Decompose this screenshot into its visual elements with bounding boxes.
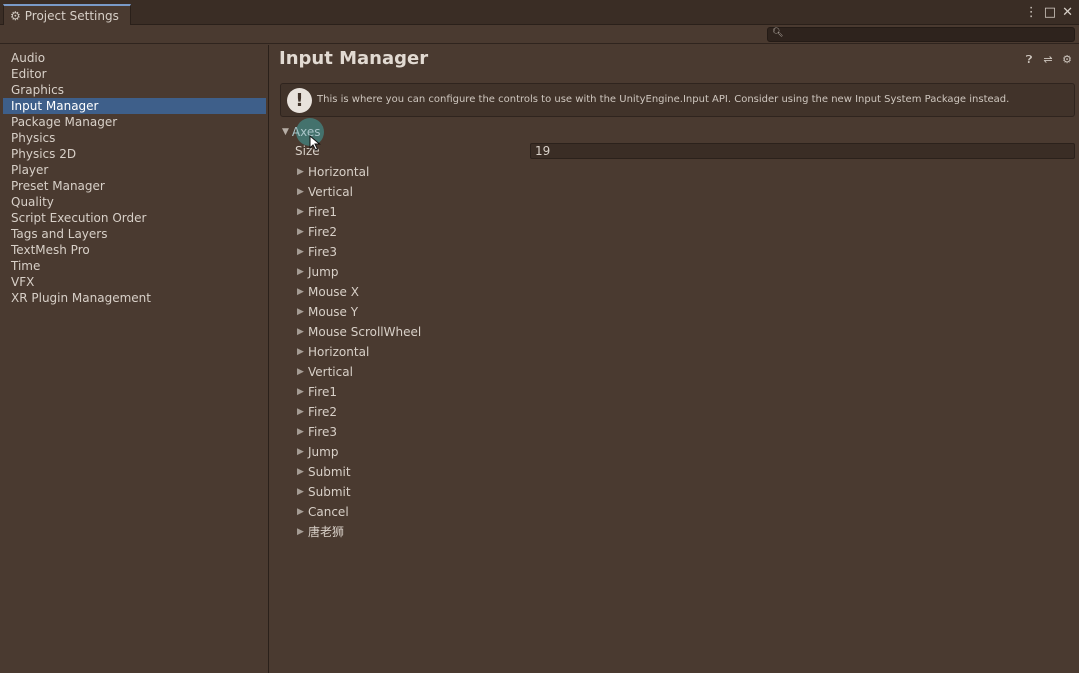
search-icon: 🔍︎ [772, 28, 784, 38]
foldout-collapsed-icon: ▶ [297, 247, 304, 257]
info-text: This is where you can configure the cont… [317, 94, 1010, 105]
foldout-expanded-icon: ▼ [282, 127, 289, 137]
sidebar-item-physics-2d[interactable]: Physics 2D [0, 146, 268, 162]
sidebar-item-xr-plugin-management[interactable]: XR Plugin Management [0, 290, 268, 306]
mouse-cursor-icon [309, 135, 321, 151]
axis-item[interactable]: ▶ Submit [297, 482, 421, 502]
foldout-collapsed-icon: ▶ [297, 407, 304, 417]
foldout-collapsed-icon: ▶ [297, 327, 304, 337]
axis-label: Submit [308, 485, 351, 499]
axis-item[interactable]: ▶ Mouse X [297, 282, 421, 302]
window-controls: ⋮ □ ✕ [1025, 4, 1073, 22]
axis-item[interactable]: ▶ 唐老狮 [297, 522, 421, 542]
size-field[interactable]: 19 [530, 143, 1075, 159]
axis-label: Fire1 [308, 385, 338, 399]
axis-label: Fire1 [308, 205, 338, 219]
foldout-collapsed-icon: ▶ [297, 467, 304, 477]
sidebar-item-audio[interactable]: Audio [0, 50, 268, 66]
axis-item[interactable]: ▶ Horizontal [297, 342, 421, 362]
settings-sidebar: Audio Editor Graphics Input Manager Package … [0, 45, 269, 673]
axis-label: Horizontal [308, 345, 370, 359]
title-bar: ⚙ Project Settings ⋮ □ ✕ [0, 0, 1079, 26]
sidebar-item-tags-and-layers[interactable]: Tags and Layers [0, 226, 268, 242]
axis-item[interactable]: ▶ Fire2 [297, 222, 421, 242]
foldout-collapsed-icon: ▶ [297, 507, 304, 517]
sidebar-item-player[interactable]: Player [0, 162, 268, 178]
sidebar-item-package-manager[interactable]: Package Manager [0, 114, 268, 130]
axis-item[interactable]: ▶ Mouse Y [297, 302, 421, 322]
input-manager-panel: Input Manager ❓︎ ⇌ ⚙ ! This is where you… [270, 45, 1079, 673]
axis-item[interactable]: ▶ Fire1 [297, 382, 421, 402]
foldout-collapsed-icon: ▶ [297, 187, 304, 197]
sidebar-item-graphics[interactable]: Graphics [0, 82, 268, 98]
header-icons: ❓︎ ⇌ ⚙ [1023, 53, 1073, 67]
axis-item[interactable]: ▶ Vertical [297, 182, 421, 202]
axis-label: Fire3 [308, 425, 338, 439]
axis-label: Submit [308, 465, 351, 479]
foldout-collapsed-icon: ▶ [297, 447, 304, 457]
axis-label: Jump [308, 265, 339, 279]
axis-label: Vertical [308, 185, 353, 199]
axis-item[interactable]: ▶ Cancel [297, 502, 421, 522]
foldout-collapsed-icon: ▶ [297, 167, 304, 177]
size-row: Size 19 [295, 143, 1075, 159]
axes-list: ▶ Horizontal ▶ Vertical ▶ Fire1 ▶ Fire2 ▶ Fire3 ▶ J… [297, 162, 421, 542]
info-help-box: ! This is where you can configure the co… [280, 83, 1075, 117]
axis-item[interactable]: ▶ Fire3 [297, 242, 421, 262]
foldout-collapsed-icon: ▶ [297, 387, 304, 397]
sidebar-item-textmesh-pro[interactable]: TextMesh Pro [0, 242, 268, 258]
foldout-collapsed-icon: ▶ [297, 427, 304, 437]
axis-item[interactable]: ▶ Fire2 [297, 402, 421, 422]
sidebar-item-vfx[interactable]: VFX [0, 274, 268, 290]
axis-item[interactable]: ▶ Mouse ScrollWheel [297, 322, 421, 342]
search-row: 🔍︎ [0, 25, 1079, 44]
sidebar-item-time[interactable]: Time [0, 258, 268, 274]
axis-label: Fire2 [308, 225, 338, 239]
project-settings-tab[interactable]: ⚙ Project Settings [3, 4, 131, 26]
axis-item[interactable]: ▶ Submit [297, 462, 421, 482]
tab-title: Project Settings [24, 9, 119, 23]
settings-gear-icon[interactable]: ⚙ [1061, 53, 1073, 67]
sidebar-item-editor[interactable]: Editor [0, 66, 268, 82]
axis-item[interactable]: ▶ Jump [297, 262, 421, 282]
axis-label: Horizontal [308, 165, 370, 179]
axis-label: Mouse X [308, 285, 359, 299]
help-icon[interactable]: ❓︎ [1023, 53, 1035, 67]
sidebar-item-physics[interactable]: Physics [0, 130, 268, 146]
gear-icon: ⚙ [10, 9, 21, 23]
maximize-icon[interactable]: □ [1044, 5, 1056, 21]
axis-item[interactable]: ▶ Jump [297, 442, 421, 462]
axis-item[interactable]: ▶ Fire1 [297, 202, 421, 222]
axis-label: 唐老狮 [308, 525, 345, 539]
axis-item[interactable]: ▶ Horizontal [297, 162, 421, 182]
foldout-collapsed-icon: ▶ [297, 367, 304, 377]
sidebar-item-script-execution-order[interactable]: Script Execution Order [0, 210, 268, 226]
search-input[interactable]: 🔍︎ [767, 27, 1075, 42]
axis-label: Cancel [308, 505, 349, 519]
foldout-collapsed-icon: ▶ [297, 227, 304, 237]
axis-label: Vertical [308, 365, 353, 379]
page-title: Input Manager [279, 48, 429, 69]
sidebar-item-preset-manager[interactable]: Preset Manager [0, 178, 268, 194]
axis-label: Jump [308, 445, 339, 459]
more-options-icon[interactable]: ⋮ [1025, 5, 1038, 21]
foldout-collapsed-icon: ▶ [297, 267, 304, 277]
axis-item[interactable]: ▶ Fire3 [297, 422, 421, 442]
sidebar-item-input-manager[interactable]: Input Manager [3, 98, 266, 114]
axis-label: Fire3 [308, 245, 338, 259]
foldout-collapsed-icon: ▶ [297, 207, 304, 217]
sidebar-item-quality[interactable]: Quality [0, 194, 268, 210]
foldout-collapsed-icon: ▶ [297, 307, 304, 317]
axis-item[interactable]: ▶ Vertical [297, 362, 421, 382]
warning-icon: ! [287, 88, 312, 113]
foldout-collapsed-icon: ▶ [297, 347, 304, 357]
foldout-collapsed-icon: ▶ [297, 527, 304, 537]
axis-label: Mouse Y [308, 305, 359, 319]
axis-label: Fire2 [308, 405, 338, 419]
axis-label: Mouse ScrollWheel [308, 325, 422, 339]
preset-icon[interactable]: ⇌ [1042, 53, 1054, 67]
close-icon[interactable]: ✕ [1062, 5, 1073, 21]
foldout-collapsed-icon: ▶ [297, 487, 304, 497]
foldout-collapsed-icon: ▶ [297, 287, 304, 297]
